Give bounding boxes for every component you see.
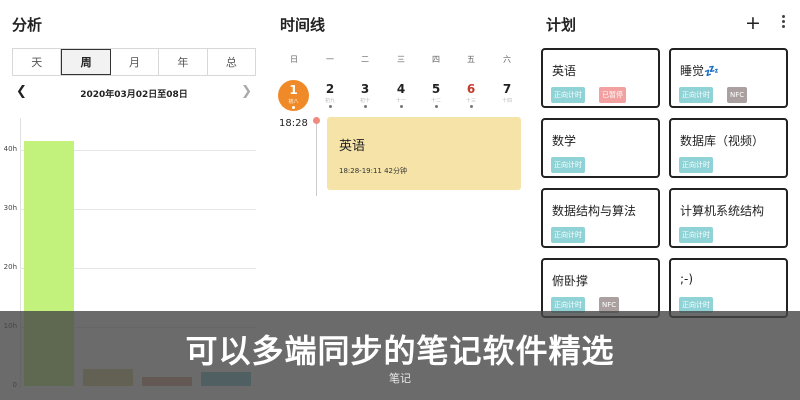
tag-badge: 正向计时 [551, 227, 585, 243]
tag-badge: 正向计时 [551, 157, 585, 173]
headline-text: 可以多端同步的笔记软件精选 [185, 332, 615, 370]
day-lunar: 十四 [501, 98, 512, 104]
day-dot [470, 105, 473, 108]
plus-icon[interactable]: + [745, 12, 761, 34]
plan-card-name: 数据库（视频） [680, 134, 765, 148]
weekday-label: 五 [467, 55, 475, 64]
timeline-title: 时间线 [280, 16, 326, 34]
caption-text: 笔记 [389, 372, 411, 385]
plan-card[interactable]: 数学 正向计时 [541, 118, 660, 178]
day-lunar: 十三 [465, 98, 476, 104]
plan-card-name: 计算机系统结构 [680, 204, 765, 218]
plan-card[interactable]: 睡觉💤 正向计时 NFC [669, 48, 788, 108]
tag-badge: 正向计时 [679, 227, 713, 243]
event-detail: 18:28-19:11 42分钟 [339, 167, 408, 175]
more-vertical-icon[interactable] [782, 15, 786, 30]
event-title: 英语 [339, 139, 366, 154]
day-lunar: 十二 [430, 98, 441, 104]
plan-card-name: 俯卧撑 [552, 274, 589, 288]
tab-year[interactable]: 年 [159, 49, 208, 75]
weekday-label: 四 [432, 55, 440, 64]
timeline-track [316, 120, 317, 196]
day-number: 2 [325, 82, 335, 96]
event-card[interactable]: 英语 18:28-19:11 42分钟 [327, 117, 521, 190]
tag-badge: 正向计时 [551, 87, 585, 103]
plan-card-name: ;-) [680, 272, 694, 286]
plan-card[interactable]: 英语 正向计时 已暂停 [541, 48, 660, 108]
chevron-right-icon[interactable]: ❯ [241, 84, 252, 99]
plan-card[interactable]: 计算机系统结构 正向计时 [669, 188, 788, 248]
tag-badge: 正向计时 [679, 87, 713, 103]
day-dot [292, 106, 295, 109]
plan-card-name: 英语 [552, 64, 577, 78]
tag-badge: 正向计时 [679, 157, 713, 173]
tag-badge: 已暂停 [599, 87, 626, 103]
timeline-dot [313, 117, 320, 124]
date-range-label: 2020年03月02日至08日 [80, 90, 188, 100]
weekday-label: 六 [503, 55, 511, 64]
weekday-label: 一 [326, 55, 334, 64]
weekday-label: 日 [290, 55, 298, 64]
day-lunar: 初九 [324, 98, 335, 104]
plan-card-name: 数据结构与算法 [552, 204, 637, 218]
day-number: 7 [502, 82, 512, 96]
day-lunar: 十一 [395, 98, 406, 104]
tab-total[interactable]: 总 [208, 49, 255, 75]
weekday-label: 二 [361, 55, 369, 64]
day-number: 4 [396, 82, 406, 96]
day-dot [435, 105, 438, 108]
tab-month[interactable]: 月 [111, 49, 160, 75]
y-tick-label: 30h [3, 203, 17, 212]
tab-week[interactable]: 周 [61, 49, 111, 75]
y-tick-label: 20h [3, 262, 17, 271]
tab-day[interactable]: 天 [13, 49, 62, 75]
day-number: 1 [289, 83, 298, 97]
day-lunar: 初十 [359, 98, 370, 104]
day-number: 6 [466, 82, 476, 96]
plan-title: 计划 [546, 16, 577, 34]
period-tabs: 天 周 月 年 总 [12, 48, 256, 76]
plan-card-name: 睡觉💤 [680, 64, 719, 78]
day-lunar: 初八 [288, 99, 299, 105]
weekday-label: 三 [397, 55, 405, 64]
event-time: 18:28 [279, 118, 308, 129]
day-dot [364, 105, 367, 108]
day-dot [400, 105, 403, 108]
plan-card[interactable]: ;-) 正向计时 [669, 258, 788, 318]
plan-card[interactable]: 俯卧撑 正向计时 NFC [541, 258, 660, 318]
day-number: 3 [360, 82, 370, 96]
plan-card[interactable]: 数据库（视频） 正向计时 [669, 118, 788, 178]
plan-card-name: 数学 [552, 134, 577, 148]
analysis-title: 分析 [12, 16, 43, 34]
plan-card[interactable]: 数据结构与算法 正向计时 [541, 188, 660, 248]
date-range-nav: ❮ 2020年03月02日至08日 ❯ [12, 84, 256, 102]
day-dot [329, 105, 332, 108]
day-number: 5 [431, 82, 441, 96]
tag-badge: NFC [727, 87, 748, 103]
y-tick-label: 40h [3, 144, 17, 153]
